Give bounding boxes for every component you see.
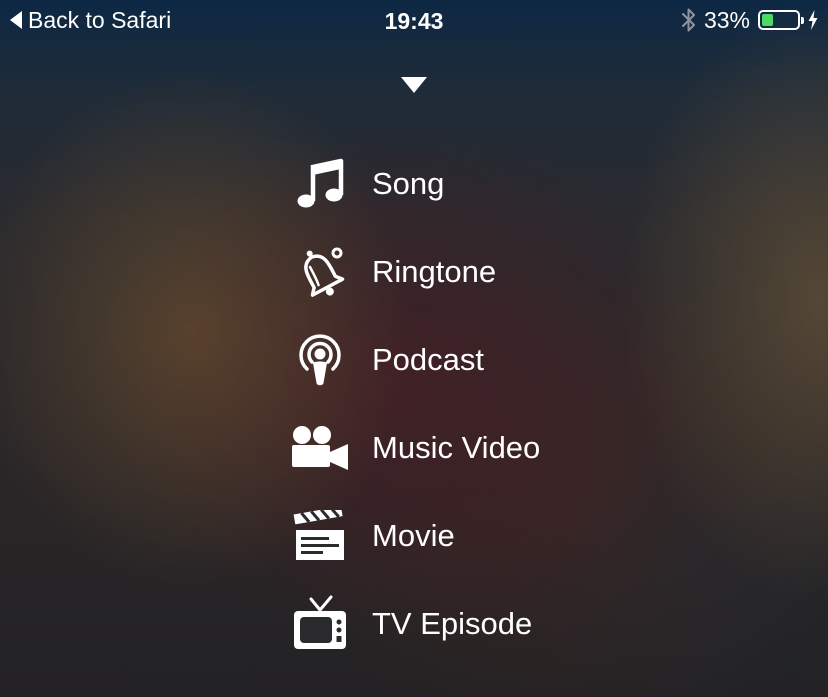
battery-icon bbox=[758, 10, 804, 30]
media-type-menu: Song Ringtone Podcast Music Video Movie … bbox=[288, 140, 608, 668]
charging-bolt-icon bbox=[808, 10, 818, 30]
battery-cap bbox=[801, 17, 804, 24]
battery-level bbox=[762, 14, 774, 26]
menu-item-ringtone[interactable]: Ringtone bbox=[288, 228, 608, 316]
menu-item-label: Song bbox=[372, 166, 445, 201]
bluetooth-icon bbox=[681, 8, 695, 32]
menu-item-label: Music Video bbox=[372, 430, 541, 465]
podcast-icon bbox=[288, 328, 352, 392]
menu-item-music-video[interactable]: Music Video bbox=[288, 404, 608, 492]
menu-item-movie[interactable]: Movie bbox=[288, 492, 608, 580]
status-bar: Back to Safari 19:43 33% bbox=[0, 0, 828, 40]
menu-item-label: TV Episode bbox=[372, 606, 533, 641]
menu-item-tv-episode[interactable]: TV Episode bbox=[288, 580, 608, 668]
menu-item-song[interactable]: Song bbox=[288, 140, 608, 228]
bell-icon bbox=[288, 240, 352, 304]
status-indicators: 33% bbox=[681, 6, 818, 34]
menu-item-label: Movie bbox=[372, 518, 455, 553]
battery-percent: 33% bbox=[703, 6, 750, 33]
tv-icon bbox=[288, 592, 352, 656]
menu-item-podcast[interactable]: Podcast bbox=[288, 316, 608, 404]
music-note-icon bbox=[288, 152, 352, 216]
menu-item-label: Podcast bbox=[372, 342, 485, 377]
chevron-down-icon[interactable] bbox=[400, 76, 428, 94]
menu-item-label: Ringtone bbox=[372, 254, 497, 289]
clapperboard-icon bbox=[288, 504, 352, 568]
video-camera-icon bbox=[288, 416, 352, 480]
